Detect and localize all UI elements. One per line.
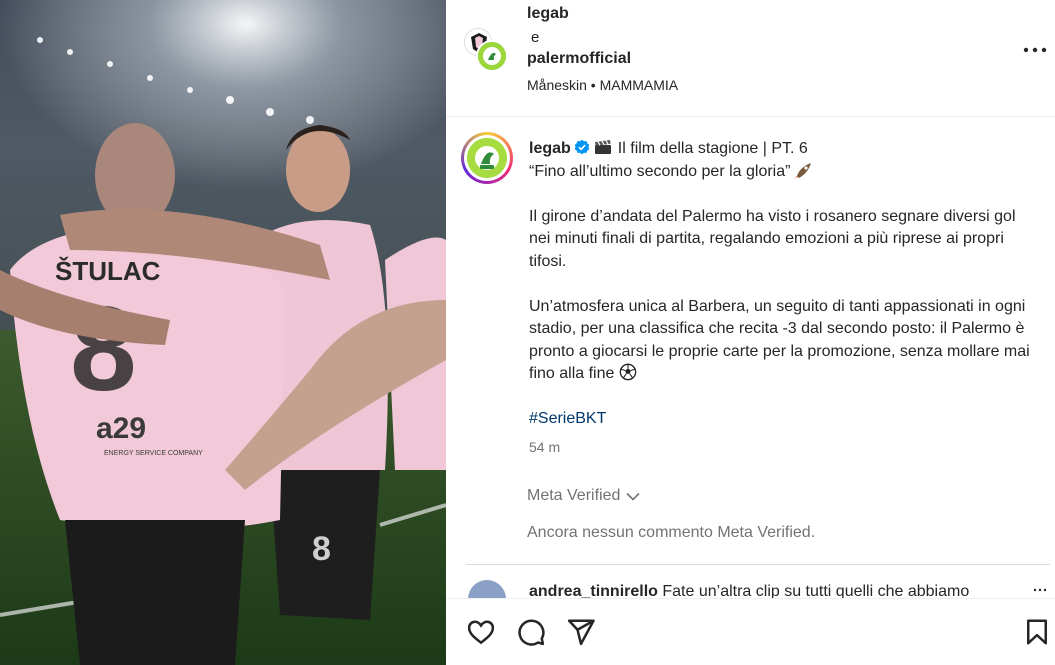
- save-button[interactable]: [1022, 617, 1052, 647]
- post-header: legab e palermofficial Måneskin • MAMMAM…: [446, 0, 1055, 117]
- caption-paragraph-2: Un’atmosfera unica al Barbera, un seguit…: [529, 297, 1030, 383]
- comment-item[interactable]: andrea_tinnirello Fate un’altra clip su …: [468, 580, 1038, 598]
- sponsor-logo: a29: [96, 412, 146, 445]
- sponsor-sub: ENERGY SERVICE COMPANY: [104, 450, 203, 457]
- heart-icon: [467, 620, 495, 645]
- send-icon: [567, 619, 595, 646]
- post-media[interactable]: 8 ŠTULAC 8 a29 ENERGY SERVICE COMPANY: [0, 0, 446, 665]
- comment-button[interactable]: [516, 617, 546, 647]
- comment-avatar[interactable]: [468, 580, 506, 598]
- collab-avatars[interactable]: [464, 28, 510, 74]
- post-timestamp[interactable]: 54 m: [529, 439, 560, 455]
- caption-avatar[interactable]: [461, 132, 513, 184]
- clapper-board-icon: [594, 140, 611, 154]
- rocket-emoji-icon: [795, 162, 812, 178]
- audio-track-link[interactable]: Måneskin • MAMMAMIA: [527, 77, 678, 93]
- comment-text: Fate un’altra clip su tutti quelli che a…: [662, 583, 970, 598]
- shorts-number: 8: [312, 530, 331, 568]
- collab-user-1[interactable]: legab: [527, 5, 569, 23]
- soccer-ball-emoji-icon: [620, 363, 637, 381]
- collab-user-2[interactable]: palermofficial: [527, 50, 631, 68]
- comments-divider: [466, 564, 1050, 565]
- caption-username[interactable]: legab: [529, 140, 571, 157]
- comment-username[interactable]: andrea_tinnirello: [529, 583, 658, 598]
- caption-line-1: Il film della stagione | PT. 6: [617, 140, 808, 157]
- verified-badge-icon: [574, 139, 589, 155]
- more-horizontal-icon: [1023, 47, 1047, 53]
- share-button[interactable]: [566, 617, 596, 647]
- caption-hashtag[interactable]: #SerieBKT: [529, 408, 1039, 431]
- caption-paragraph-1: Il girone d’andata del Palermo ha visto …: [529, 207, 1016, 270]
- more-options-button[interactable]: [1022, 40, 1048, 60]
- caption-line-2: “Fino all’ultimo secondo per la gloria”: [529, 162, 791, 180]
- meta-verified-label: Meta Verified: [527, 487, 621, 504]
- action-bar: [446, 598, 1055, 665]
- collab-conjunction: e: [531, 29, 540, 46]
- comment-more-icon[interactable]: [1033, 586, 1047, 594]
- post-caption: legab Il film della stagione | PT. 6 “Fin…: [529, 138, 1039, 431]
- meta-verified-toggle[interactable]: Meta Verified: [527, 487, 640, 505]
- comment-icon: [518, 619, 545, 646]
- chevron-down-icon: [626, 492, 640, 501]
- empty-comments-text: Ancora nessun commento Meta Verified.: [527, 524, 816, 541]
- bookmark-icon: [1027, 619, 1047, 645]
- avatar-legab: [476, 40, 508, 72]
- comments-section[interactable]: legab Il film della stagione | PT. 6 “Fin…: [446, 118, 1055, 598]
- post-sidebar: legab e palermofficial Måneskin • MAMMAM…: [446, 0, 1055, 665]
- media-scene: 8 ŠTULAC 8 a29 ENERGY SERVICE COMPANY: [0, 0, 446, 665]
- like-button[interactable]: [466, 617, 496, 647]
